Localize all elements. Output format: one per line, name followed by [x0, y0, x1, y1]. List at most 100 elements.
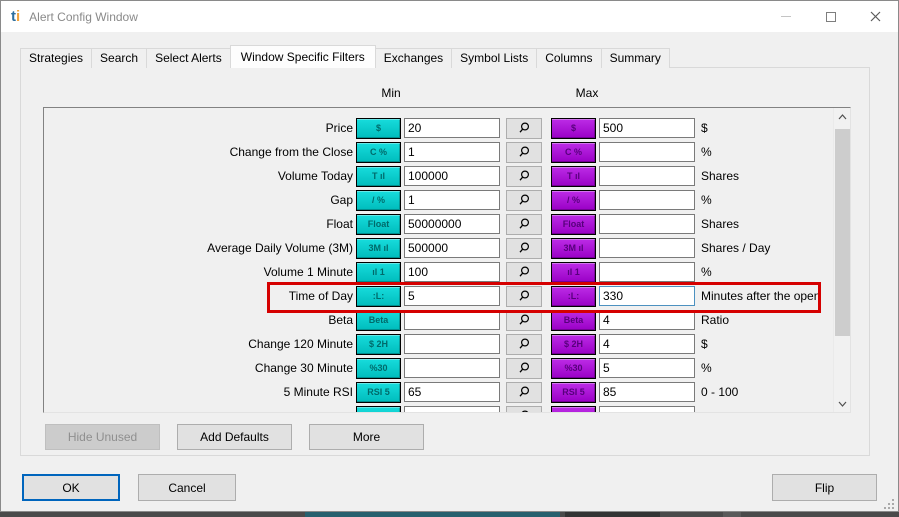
- tab-columns[interactable]: Columns: [536, 48, 602, 68]
- max-input[interactable]: [599, 310, 695, 330]
- max-input[interactable]: [599, 142, 695, 162]
- min-input[interactable]: [404, 118, 500, 138]
- min-input[interactable]: [404, 406, 500, 412]
- beta-icon[interactable]: Beta: [356, 309, 401, 331]
- search-button[interactable]: [506, 237, 542, 259]
- max-input[interactable]: [599, 118, 695, 138]
- min-input[interactable]: [404, 310, 500, 330]
- change-30-minute-icon[interactable]: %30: [356, 357, 401, 379]
- min-input[interactable]: [404, 190, 500, 210]
- max-input[interactable]: [599, 406, 695, 412]
- tab-summary[interactable]: Summary: [600, 48, 670, 68]
- filter-label: Time of Day: [288, 289, 353, 303]
- search-button[interactable]: [506, 117, 542, 139]
- max-input[interactable]: [599, 358, 695, 378]
- max-input[interactable]: [599, 238, 695, 258]
- max-input[interactable]: [599, 166, 695, 186]
- change-30-minute-icon[interactable]: %30: [551, 357, 596, 379]
- max-input[interactable]: [599, 262, 695, 282]
- minimize-button[interactable]: [763, 1, 808, 32]
- min-input[interactable]: [404, 262, 500, 282]
- unit-label: Minutes after the open: [701, 289, 821, 303]
- icon-glyph: / %: [371, 195, 385, 205]
- min-input[interactable]: [404, 142, 500, 162]
- resize-grip-icon[interactable]: [884, 499, 894, 509]
- tab-select-alerts[interactable]: Select Alerts: [146, 48, 231, 68]
- min-input[interactable]: [404, 382, 500, 402]
- icon-glyph: C %: [369, 147, 387, 157]
- max-input[interactable]: [599, 334, 695, 354]
- search-button[interactable]: [506, 381, 542, 403]
- min-input[interactable]: [404, 214, 500, 234]
- tab-window-specific-filters[interactable]: Window Specific Filters: [229, 45, 376, 68]
- chevron-down-icon: [838, 401, 847, 407]
- volume-today-icon[interactable]: T ıl: [356, 165, 401, 187]
- icon-glyph: Float: [367, 219, 390, 229]
- change-120-minute-icon[interactable]: $ 2H: [356, 333, 401, 355]
- search-button[interactable]: [506, 357, 542, 379]
- beta-icon[interactable]: Beta: [551, 309, 596, 331]
- scroll-down-button[interactable]: [834, 395, 850, 412]
- search-button[interactable]: [506, 141, 542, 163]
- change-120-minute-icon[interactable]: $ 2H: [551, 333, 596, 355]
- search-button[interactable]: [506, 333, 542, 355]
- icon-glyph: T ıl: [567, 171, 580, 181]
- scroll-up-button[interactable]: [834, 108, 850, 125]
- avg-daily-volume-icon[interactable]: 3M ıl: [356, 237, 401, 259]
- max-input[interactable]: [599, 214, 695, 234]
- rsi-5-minute-icon[interactable]: RSI 5: [356, 381, 401, 403]
- min-input[interactable]: [404, 286, 500, 306]
- float-icon[interactable]: Float: [551, 213, 596, 235]
- flip-button[interactable]: Flip: [772, 474, 877, 501]
- maximize-button[interactable]: [808, 1, 853, 32]
- price-icon[interactable]: $: [551, 117, 596, 139]
- more-button[interactable]: More: [309, 424, 424, 450]
- search-button[interactable]: [506, 261, 542, 283]
- tab-search[interactable]: Search: [91, 48, 148, 68]
- search-button[interactable]: [506, 213, 542, 235]
- scrollbar-thumb[interactable]: [835, 129, 850, 336]
- min-input[interactable]: [404, 166, 500, 186]
- ok-button[interactable]: OK: [22, 474, 120, 501]
- search-button[interactable]: [506, 405, 542, 412]
- vertical-scrollbar[interactable]: [833, 108, 850, 412]
- min-input[interactable]: [404, 358, 500, 378]
- search-button[interactable]: [506, 285, 542, 307]
- gap-icon[interactable]: / %: [551, 189, 596, 211]
- search-button[interactable]: [506, 165, 542, 187]
- filter-icon[interactable]: [551, 405, 596, 412]
- add-defaults-button[interactable]: Add Defaults: [177, 424, 292, 450]
- panel-buttons: Hide Unused Add Defaults More: [45, 424, 424, 450]
- icon-glyph: ıl 1: [567, 267, 580, 277]
- filter-icon[interactable]: [356, 405, 401, 412]
- max-input[interactable]: [599, 286, 695, 306]
- change-from-close-icon[interactable]: C %: [551, 141, 596, 163]
- rsi-5-minute-icon[interactable]: RSI 5: [551, 381, 596, 403]
- clock-icon[interactable]: :L:: [356, 285, 401, 307]
- float-icon[interactable]: Float: [356, 213, 401, 235]
- max-input[interactable]: [599, 382, 695, 402]
- cancel-button[interactable]: Cancel: [138, 474, 236, 501]
- volume-today-icon[interactable]: T ıl: [551, 165, 596, 187]
- volume-1-minute-icon[interactable]: ıl 1: [356, 261, 401, 283]
- tab-symbol-lists[interactable]: Symbol Lists: [451, 48, 538, 68]
- min-input[interactable]: [404, 238, 500, 258]
- clock-icon[interactable]: :L:: [551, 285, 596, 307]
- magnifier-icon: [519, 266, 530, 277]
- avg-daily-volume-icon[interactable]: 3M ıl: [551, 237, 596, 259]
- max-input[interactable]: [599, 190, 695, 210]
- magnifier-icon: [519, 314, 530, 325]
- volume-1-minute-icon[interactable]: ıl 1: [551, 261, 596, 283]
- filter-rows: Price$$$Change from the CloseC %C %%Volu…: [44, 108, 833, 412]
- tab-strategies[interactable]: Strategies: [20, 48, 93, 68]
- search-button[interactable]: [506, 189, 542, 211]
- close-button[interactable]: [853, 1, 898, 32]
- change-from-close-icon[interactable]: C %: [356, 141, 401, 163]
- gap-icon[interactable]: / %: [356, 189, 401, 211]
- tab-exchanges[interactable]: Exchanges: [374, 48, 453, 68]
- price-icon[interactable]: $: [356, 117, 401, 139]
- min-input[interactable]: [404, 334, 500, 354]
- filter-row-beta: Beta Beta Beta Ratio: [44, 308, 833, 332]
- filter-row-volume-today: Volume Today T ıl T ıl Shares: [44, 164, 833, 188]
- search-button[interactable]: [506, 309, 542, 331]
